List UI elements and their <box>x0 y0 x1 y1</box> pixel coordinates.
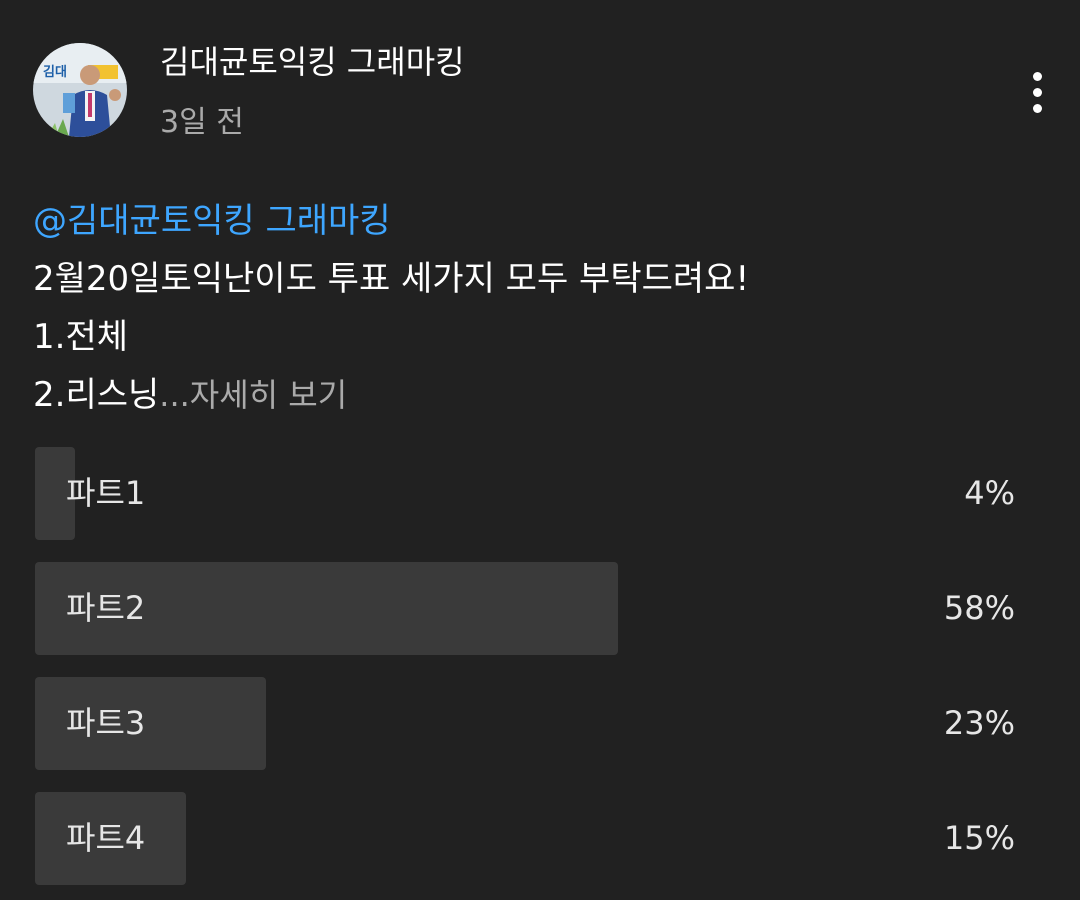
avatar-logo-text: 김대 <box>43 65 67 80</box>
post-text-line-content: 2.리스닝 <box>33 375 160 415</box>
poll-option-label: 파트4 <box>66 819 146 857</box>
post-time: 3일 전 <box>160 105 244 140</box>
poll-option-percent: 15% <box>943 819 1015 857</box>
poll-option-percent: 58% <box>943 589 1015 627</box>
post-text: @김대균토익킹 그래마킹 2월20일토익난이도 투표 세가지 모두 부탁드려요!… <box>33 192 1043 424</box>
poll-option-label: 파트3 <box>66 704 146 742</box>
post-text-line: 2.리스닝...자세히 보기 <box>33 366 1043 424</box>
read-more-link[interactable]: 자세히 보기 <box>190 376 347 414</box>
poll-option[interactable]: 파트4 15% <box>35 792 1025 885</box>
more-options-button[interactable] <box>1014 62 1062 122</box>
avatar-photo: 김대 <box>33 43 127 137</box>
ellipsis: ... <box>159 376 190 414</box>
post-header: 김대 김대균토익킹 그래마킹 3일 전 <box>0 0 1080 170</box>
channel-avatar[interactable]: 김대 <box>33 43 127 137</box>
channel-name[interactable]: 김대균토익킹 그래마킹 <box>160 40 465 84</box>
poll-option[interactable]: 파트3 23% <box>35 677 1025 770</box>
poll-option-percent: 23% <box>943 704 1015 742</box>
post-text-line: 1.전체 <box>33 317 128 357</box>
poll-option-percent: 4% <box>964 474 1015 512</box>
post-text-line: 2월20일토익난이도 투표 세가지 모두 부탁드려요! <box>33 259 750 299</box>
poll-option[interactable]: 파트2 58% <box>35 562 1025 655</box>
poll-option-label: 파트2 <box>66 589 146 627</box>
channel-mention-link[interactable]: @김대균토익킹 그래마킹 <box>33 192 1043 250</box>
poll-option-label: 파트1 <box>66 474 146 512</box>
poll-option[interactable]: 파트1 4% <box>35 447 1025 540</box>
